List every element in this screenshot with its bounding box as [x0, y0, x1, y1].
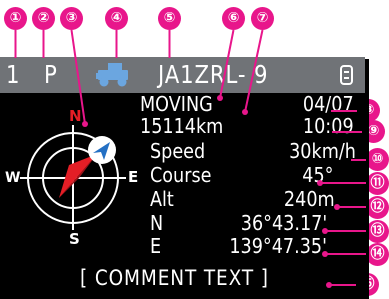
leader-line-7 [244, 29, 264, 113]
navigation-marker-icon [88, 136, 116, 164]
leader-line-3 [70, 29, 86, 125]
leader-line-6 [219, 29, 235, 99]
vehicle-icon [96, 63, 128, 87]
battery-icon [340, 65, 353, 85]
heading-arrow-icon [59, 154, 97, 198]
graphics-layer [14, 29, 366, 288]
